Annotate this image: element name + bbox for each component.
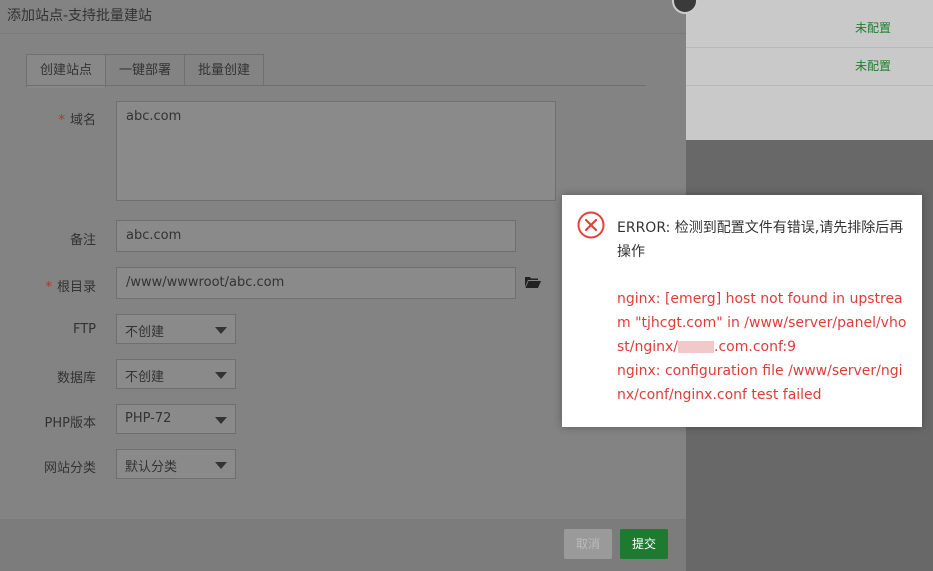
- redacted-mark: [678, 341, 715, 353]
- php-version-label: PHP版本: [44, 416, 96, 431]
- chevron-down-icon: [215, 327, 227, 334]
- dialog-title: 添加站点-支持批量建站: [7, 8, 153, 24]
- cancel-button[interactable]: 取消: [564, 529, 612, 559]
- note-label: 备注: [69, 233, 96, 248]
- table-row: 未配置: [686, 47, 933, 86]
- error-heading: ERROR: 检测到配置文件有错误,请先排除后再操作: [617, 220, 904, 260]
- site-category-label: 网站分类: [43, 461, 96, 476]
- ftp-label: FTP: [72, 322, 96, 337]
- divider: [0, 33, 686, 34]
- note-input[interactable]: abc.com: [116, 220, 516, 252]
- chevron-down-icon: [215, 372, 227, 379]
- status-text: 未配置: [854, 59, 891, 73]
- error-detail: nginx: [emerg] host not found in upstrea…: [617, 291, 907, 403]
- domain-textarea[interactable]: abc.com: [116, 101, 556, 201]
- root-dir-label: * 根目录: [45, 280, 96, 295]
- tab-batch-create[interactable]: 批量创建: [184, 54, 264, 86]
- tab-create-site[interactable]: 创建站点: [26, 54, 106, 88]
- error-message-box: ERROR: 检测到配置文件有错误,请先排除后再操作 nginx: [emerg…: [562, 195, 922, 427]
- site-category-select[interactable]: 默认分类: [116, 449, 236, 479]
- domain-label: * 域名: [58, 113, 96, 128]
- database-label: 数据库: [56, 371, 96, 386]
- chevron-down-icon: [215, 462, 227, 469]
- error-icon: [577, 211, 605, 239]
- folder-open-icon[interactable]: [525, 276, 541, 288]
- database-select[interactable]: 不创建: [116, 359, 236, 389]
- chevron-down-icon: [215, 417, 227, 424]
- status-text: 未配置: [854, 21, 891, 35]
- ftp-select[interactable]: 不创建: [116, 314, 236, 344]
- root-dir-input[interactable]: /www/wwwroot/abc.com: [116, 267, 516, 299]
- table-row: 未配置: [686, 9, 933, 48]
- tab-one-click-deploy[interactable]: 一键部署: [105, 54, 185, 86]
- php-version-select[interactable]: PHP-72: [116, 404, 236, 434]
- divider: [26, 85, 646, 86]
- submit-button[interactable]: 提交: [620, 529, 668, 559]
